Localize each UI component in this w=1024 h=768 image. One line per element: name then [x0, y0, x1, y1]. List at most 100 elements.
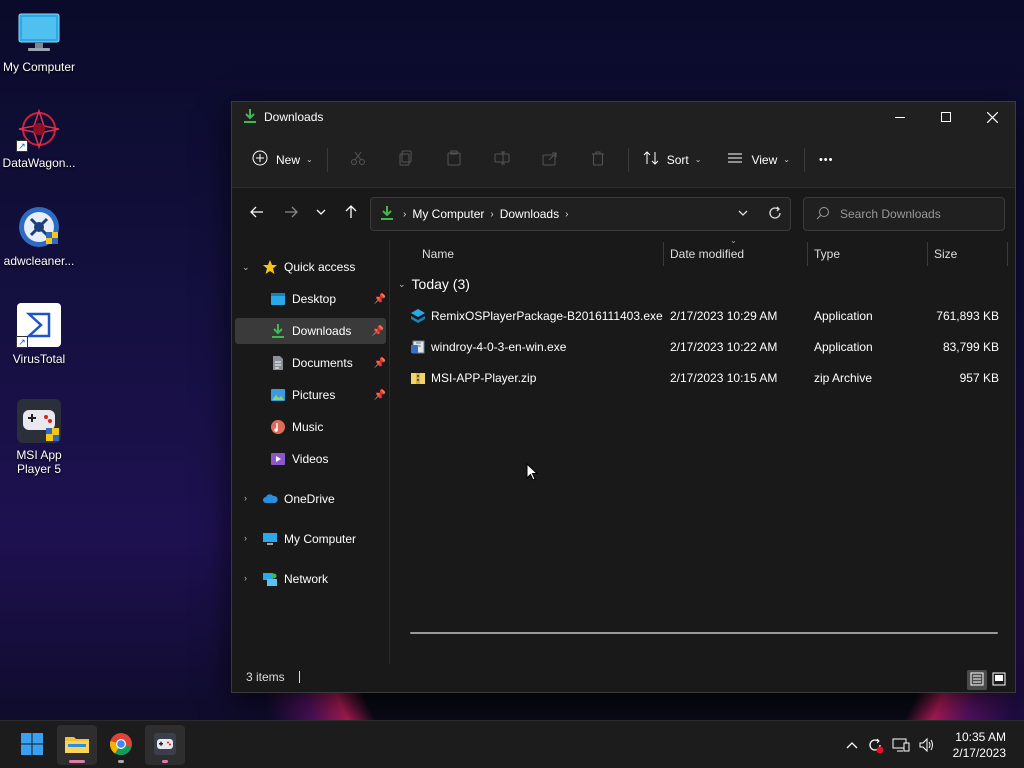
column-separator[interactable] — [927, 242, 928, 266]
column-separator[interactable] — [663, 242, 664, 266]
column-separator[interactable] — [807, 242, 808, 266]
view-list-icon — [727, 150, 743, 169]
nav-documents[interactable]: Documents 📌 — [270, 350, 386, 376]
rename-button[interactable] — [478, 144, 526, 176]
share-button[interactable] — [526, 144, 574, 176]
nav-my-computer[interactable]: My Computer — [262, 526, 382, 552]
close-button[interactable] — [969, 102, 1015, 132]
nav-quick-access[interactable]: Quick access — [262, 254, 382, 280]
rename-icon — [494, 150, 510, 169]
column-header-date[interactable]: Date modified — [670, 240, 808, 268]
chevron-down-icon — [737, 206, 749, 222]
details-view-button[interactable] — [967, 670, 987, 690]
msi-app-player-icon — [153, 732, 177, 759]
file-row[interactable]: windroy-4-0-3-en-win.exe 2/17/2023 10:22… — [390, 332, 1007, 362]
file-explorer-taskbar-button[interactable] — [57, 725, 97, 765]
nav-pictures[interactable]: Pictures 📌 — [270, 382, 386, 408]
column-header-name[interactable]: Name — [422, 240, 662, 268]
file-list: Name Date modified ⌄ Type Size ⌄ Today (… — [390, 236, 1015, 664]
chevron-right-icon[interactable]: › — [244, 533, 247, 543]
show-hidden-icons-button[interactable] — [842, 741, 862, 749]
back-button[interactable] — [242, 198, 272, 228]
file-row[interactable]: MSI-APP-Player.zip 2/17/2023 10:15 AM zi… — [390, 363, 1007, 393]
chevron-down-icon: ⌄ — [306, 155, 313, 164]
address-history-button[interactable] — [728, 199, 758, 229]
desktop-icon-virustotal[interactable]: ↗ VirusTotal — [1, 302, 77, 366]
pin-icon[interactable]: 📌 — [374, 358, 386, 369]
chevron-down-icon: ⌄ — [398, 278, 406, 289]
folder-icon — [64, 733, 90, 758]
pictures-icon — [270, 387, 286, 403]
chrome-taskbar-button[interactable] — [101, 725, 141, 765]
new-button[interactable]: New ⌄ — [244, 144, 321, 176]
cut-button[interactable] — [334, 144, 382, 176]
remixos-app-icon — [410, 308, 426, 324]
taskbar-clock[interactable]: 10:35 AM 2/17/2023 — [953, 729, 1006, 761]
network-icon — [262, 571, 278, 587]
group-header-today[interactable]: ⌄ Today (3) — [398, 276, 470, 292]
music-icon — [270, 419, 286, 435]
delete-button[interactable] — [574, 144, 622, 176]
details-view-icon — [970, 672, 984, 689]
column-header-size[interactable]: Size — [934, 240, 1004, 268]
nav-music[interactable]: Music — [270, 414, 386, 440]
windows-logo-icon — [20, 732, 44, 759]
sync-alert-icon[interactable] — [862, 736, 888, 754]
nav-downloads[interactable]: Downloads 📌 — [235, 318, 386, 344]
clipboard-icon — [446, 150, 462, 169]
nav-videos[interactable]: Videos — [270, 446, 386, 472]
nav-onedrive[interactable]: OneDrive — [262, 486, 382, 512]
forward-button[interactable] — [276, 198, 306, 228]
nav-label: Network — [284, 572, 329, 586]
sort-label: Sort — [666, 152, 689, 167]
more-options-button[interactable]: ••• — [811, 144, 842, 176]
copy-icon — [398, 150, 414, 169]
maximize-button[interactable] — [923, 102, 969, 132]
pin-icon[interactable]: 📌 — [372, 326, 384, 337]
horizontal-scrollbar[interactable] — [410, 632, 998, 634]
copy-button[interactable] — [382, 144, 430, 176]
volume-icon[interactable] — [914, 737, 940, 753]
paste-button[interactable] — [430, 144, 478, 176]
up-button[interactable] — [336, 198, 366, 228]
network-status-icon[interactable] — [888, 737, 914, 753]
chevron-down-icon: ⌄ — [783, 155, 790, 164]
desktop-icon-msi-app-player[interactable]: MSI App Player 5 — [1, 398, 77, 476]
title-bar[interactable]: Downloads — [232, 102, 1015, 132]
sort-icon — [643, 150, 659, 169]
desktop-icon-label: My Computer — [2, 60, 76, 74]
chevron-down-icon — [315, 205, 327, 221]
chevron-right-icon[interactable]: › — [244, 493, 247, 503]
file-name: windroy-4-0-3-en-win.exe — [431, 340, 567, 354]
pin-icon[interactable]: 📌 — [374, 390, 386, 401]
file-row[interactable]: RemixOSPlayerPackage-B2016111403.exe 2/1… — [390, 301, 1007, 331]
sort-button[interactable]: Sort ⌄ — [635, 144, 710, 176]
desktop-icon-adwcleaner[interactable]: adwcleaner... — [1, 204, 77, 268]
nav-network[interactable]: Network — [262, 566, 382, 592]
chevron-right-icon[interactable]: › — [244, 573, 247, 583]
msi-app-player-taskbar-button[interactable] — [145, 725, 185, 765]
window-title: Downloads — [264, 110, 324, 124]
breadcrumb-my-computer[interactable]: My Computer — [412, 207, 484, 221]
chevron-down-icon[interactable]: ⌄ — [242, 262, 250, 273]
search-icon — [816, 206, 830, 223]
refresh-button[interactable] — [760, 199, 790, 229]
column-header-type[interactable]: Type — [814, 240, 926, 268]
pin-icon[interactable]: 📌 — [374, 294, 386, 305]
breadcrumb-downloads[interactable]: Downloads — [500, 207, 559, 221]
nav-desktop[interactable]: Desktop 📌 — [270, 286, 386, 312]
address-bar[interactable]: › My Computer › Downloads › — [370, 197, 791, 231]
recent-locations-button[interactable] — [306, 198, 336, 228]
minimize-button[interactable] — [877, 102, 923, 132]
desktop-icon-datawagon[interactable]: ↗ DataWagon... — [1, 106, 77, 170]
document-icon — [270, 355, 286, 371]
start-button[interactable] — [12, 725, 52, 765]
file-type: Application — [814, 309, 873, 323]
tiles-view-button[interactable] — [989, 670, 1009, 690]
scissors-icon — [350, 150, 366, 169]
status-bar: 3 items — [232, 662, 1015, 692]
column-separator[interactable] — [1007, 242, 1008, 266]
search-box[interactable]: Search Downloads — [803, 197, 1005, 231]
view-button[interactable]: View ⌄ — [719, 144, 798, 176]
desktop-icon-my-computer[interactable]: My Computer — [1, 10, 77, 74]
